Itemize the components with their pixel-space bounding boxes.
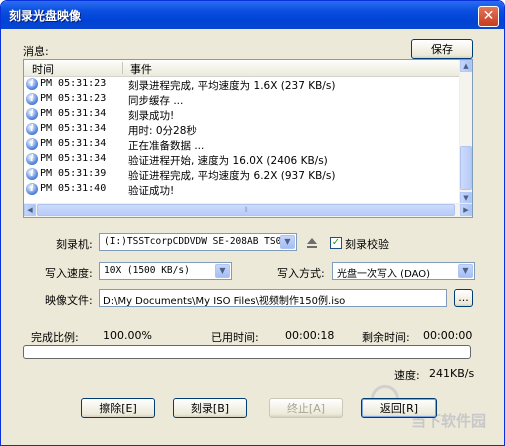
vertical-scroll-thumb[interactable]: [460, 146, 472, 190]
info-icon: i: [26, 138, 38, 150]
message-rows: i PM 05:31:23 刻录进程完成, 平均速度为 1.6X (237 KB/s…: [24, 77, 460, 197]
burner-select[interactable]: (I:)TSSTcorpCDDVDW SE-208AB TS03 ▼: [99, 233, 297, 251]
check-icon: ✓: [331, 237, 341, 248]
write-speed-value: 10X (1500 KB/s): [104, 265, 190, 276]
write-speed-label: 写入速度:: [45, 267, 93, 280]
table-row[interactable]: i PM 05:31:34 刻录成功!: [24, 107, 460, 122]
horizontal-scrollbar[interactable]: ◀ ⦀ ▶: [24, 203, 472, 217]
row-event: 同步缓存 ...: [128, 95, 184, 107]
column-time[interactable]: 时间: [32, 61, 54, 77]
row-time: PM 05:31:34: [40, 108, 107, 119]
row-time: PM 05:31:40: [40, 183, 107, 194]
info-icon: i: [26, 78, 38, 90]
message-list[interactable]: 时间 事件 i PM 05:31:23 刻录进程完成, 平均速度为 1.6X (23…: [23, 59, 473, 218]
close-button[interactable]: ✕: [478, 6, 499, 27]
info-icon: i: [26, 108, 38, 120]
verify-label[interactable]: 刻录校验: [345, 236, 389, 252]
eject-icon[interactable]: [305, 236, 319, 250]
scroll-up-button[interactable]: ▲: [460, 60, 472, 72]
write-mode-label: 写入方式:: [277, 267, 325, 280]
table-row[interactable]: i PM 05:31:34 用时: 0分28秒: [24, 122, 460, 137]
table-row[interactable]: i PM 05:31:39 验证进程完成, 平均速度为 6.2X (937 KB/s…: [24, 167, 460, 182]
row-event: 刻录成功!: [128, 110, 175, 122]
write-mode-value: 光盘一次写入 (DAO): [337, 269, 431, 280]
row-time: PM 05:31:23: [40, 78, 107, 89]
complete-label: 完成比例:: [31, 331, 79, 344]
back-button[interactable]: 返回[R]: [361, 398, 437, 418]
table-row[interactable]: i PM 05:31:34 验证进程开始, 速度为 16.0X (2406 KB/s…: [24, 152, 460, 167]
stop-button[interactable]: 终止[A]: [269, 398, 343, 418]
table-row[interactable]: i PM 05:31:23 同步缓存 ...: [24, 92, 460, 107]
save-button[interactable]: 保存: [411, 39, 473, 59]
row-event: 验证进程完成, 平均速度为 6.2X (937 KB/s): [128, 170, 336, 182]
image-file-path: D:\My Documents\My ISO Files\视频制作150例.is…: [103, 296, 346, 307]
scroll-left-button[interactable]: ◀: [24, 204, 36, 216]
row-time: PM 05:31:23: [40, 93, 107, 104]
chevron-down-icon[interactable]: ▼: [215, 264, 230, 278]
scroll-right-button[interactable]: ▶: [460, 204, 472, 216]
chevron-down-icon[interactable]: ▼: [458, 264, 473, 278]
speed-label: 速度:: [394, 369, 420, 382]
row-time: PM 05:31:34: [40, 138, 107, 149]
image-file-field[interactable]: D:\My Documents\My ISO Files\视频制作150例.is…: [99, 289, 447, 307]
table-row[interactable]: i PM 05:31:34 正在准备数据 ...: [24, 137, 460, 152]
horizontal-scroll-thumb[interactable]: ⦀: [37, 204, 455, 216]
row-time: PM 05:31:34: [40, 153, 107, 164]
column-event[interactable]: 事件: [130, 61, 152, 77]
burner-value: (I:)TSSTcorpCDDVDW SE-208AB TS03: [104, 236, 288, 247]
image-file-label: 映像文件:: [45, 294, 93, 307]
info-icon: i: [26, 153, 38, 165]
row-event: 正在准备数据 ...: [128, 140, 205, 152]
list-header: 时间 事件: [24, 60, 460, 77]
elapsed-label: 已用时间:: [211, 331, 259, 344]
remaining-label: 剩余时间:: [362, 331, 410, 344]
progress-bar: [23, 345, 471, 359]
elapsed-value: 00:00:18: [285, 329, 335, 342]
info-icon: i: [26, 168, 38, 180]
info-icon: i: [26, 123, 38, 135]
speed-value: 241KB/s: [429, 367, 475, 380]
title-bar: 刻录光盘映像 ✕: [1, 1, 504, 29]
progress-fill: [25, 347, 469, 357]
row-event: 刻录进程完成, 平均速度为 1.6X (237 KB/s): [128, 80, 336, 92]
burn-image-window: 刻录光盘映像 ✕ 消息: 保存 时间 事件 i PM 05:31:23 刻录进程完成…: [0, 0, 505, 446]
verify-checkbox[interactable]: ✓: [330, 237, 342, 249]
write-mode-select[interactable]: 光盘一次写入 (DAO) ▼: [332, 262, 475, 280]
burner-label: 刻录机:: [56, 238, 93, 251]
table-row[interactable]: i PM 05:31:23 刻录进程完成, 平均速度为 1.6X (237 KB/s…: [24, 77, 460, 92]
remaining-value: 00:00:00: [423, 329, 473, 342]
complete-value: 100.00%: [103, 329, 152, 342]
table-row[interactable]: i PM 05:31:40 验证成功!: [24, 182, 460, 197]
info-icon: i: [26, 183, 38, 195]
row-time: PM 05:31:34: [40, 123, 107, 134]
vertical-scrollbar[interactable]: ▲ ▼: [459, 60, 472, 204]
column-divider[interactable]: [122, 62, 123, 74]
browse-button[interactable]: ...: [454, 289, 473, 307]
info-icon: i: [26, 93, 38, 105]
row-time: PM 05:31:39: [40, 168, 107, 179]
burn-button[interactable]: 刻录[B]: [173, 398, 247, 418]
erase-button[interactable]: 擦除[E]: [81, 398, 155, 418]
messages-label: 消息:: [23, 45, 49, 58]
row-event: 验证进程开始, 速度为 16.0X (2406 KB/s): [128, 155, 328, 167]
chevron-down-icon[interactable]: ▼: [280, 235, 295, 249]
write-speed-select[interactable]: 10X (1500 KB/s) ▼: [99, 262, 232, 280]
window-title: 刻录光盘映像: [9, 9, 82, 23]
row-event: 用时: 0分28秒: [128, 125, 197, 137]
row-event: 验证成功!: [128, 185, 175, 197]
